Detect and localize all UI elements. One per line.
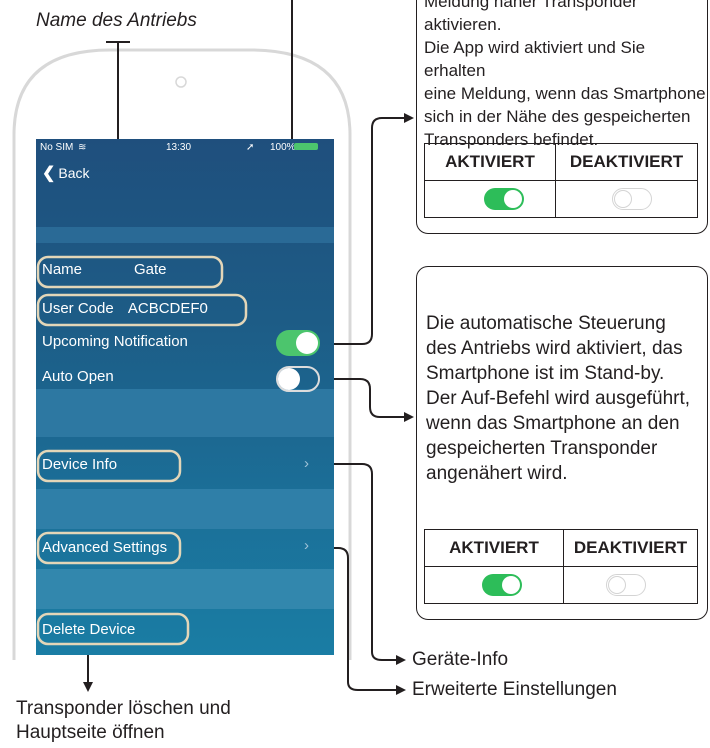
advanced-annotation: Erweiterte Einstellungen <box>412 679 617 700</box>
deactivated-toggle-icon <box>606 574 646 596</box>
autoopen-description: Die automatische Steuerung des Antriebs … <box>426 313 691 484</box>
activated-toggle-icon <box>482 574 522 596</box>
deactivated-toggle-icon <box>612 188 652 210</box>
autoopen-col-activated: AKTIVIERT <box>424 529 564 567</box>
notification-col-activated: AKTIVIERT <box>424 143 556 181</box>
activated-toggle-icon <box>484 188 524 210</box>
notification-description: Meldung näher Transponder aktivieren. Di… <box>424 0 706 149</box>
delete-annotation: Transponder löschen und Hauptseite öffne… <box>16 698 231 743</box>
notification-col-deactivated: DEAKTIVIERT <box>555 143 698 181</box>
device-info-annotation: Geräte-Info <box>412 649 509 670</box>
autoopen-col-deactivated: DEAKTIVIERT <box>563 529 698 567</box>
